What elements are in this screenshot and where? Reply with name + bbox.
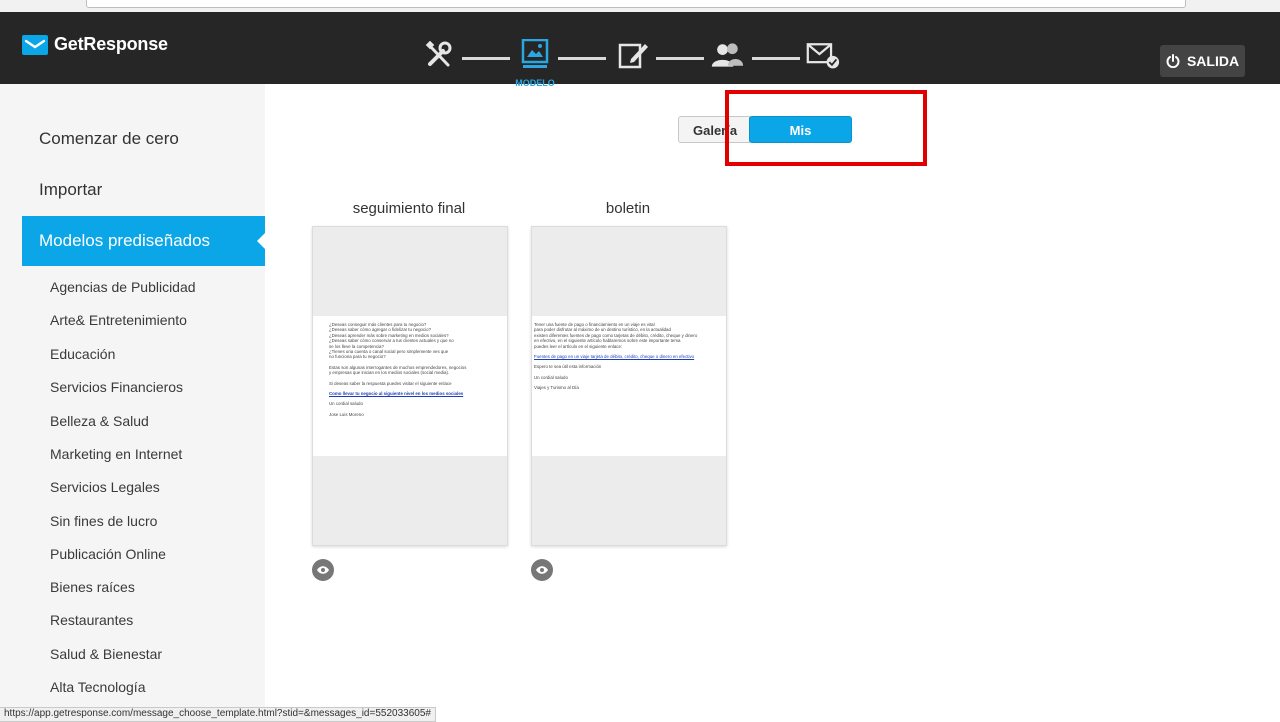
sidebar-item-label: Importar (39, 180, 103, 199)
category-online-publishing[interactable]: Publicación Online (50, 546, 166, 562)
template-source-toggle: Galería Mis modelos (678, 116, 852, 165)
preview-eye-button[interactable] (531, 559, 553, 581)
step-connector (558, 57, 606, 60)
envelope-logo-icon (22, 34, 48, 55)
category-education[interactable]: Educación (50, 346, 115, 362)
category-restaurants[interactable]: Restaurantes (50, 612, 133, 628)
sidebar-item-import[interactable]: Importar (22, 165, 265, 215)
gallery-tab[interactable]: Galería (678, 116, 750, 143)
category-health-wellness[interactable]: Salud & Bienestar (50, 646, 162, 662)
exit-button[interactable]: SALIDA (1160, 45, 1245, 77)
template-thumbnail[interactable]: Tener una fuente de pago o financiamient… (531, 226, 727, 546)
step-contacts[interactable] (710, 38, 744, 72)
category-legal-services[interactable]: Servicios Legales (50, 479, 160, 495)
sidebar-item-start-from-scratch[interactable]: Comenzar de cero (22, 114, 265, 164)
brand-name: GetResponse (54, 34, 168, 54)
step-template-label: MODELO (515, 78, 555, 88)
template-title: boletin (605, 200, 651, 217)
preview-line: Viajes y Turismo al Día (534, 385, 579, 391)
step-connector (462, 57, 510, 60)
eye-icon (536, 566, 548, 574)
category-arts-entertainment[interactable]: Arte& Entretenimiento (50, 312, 187, 328)
category-high-tech[interactable]: Alta Tecnología (50, 679, 145, 695)
sidebar-item-label: Comenzar de cero (39, 129, 179, 148)
step-edit[interactable] (616, 38, 650, 72)
preview-eye-button[interactable] (312, 559, 334, 581)
tools-icon (425, 40, 452, 67)
address-bar[interactable] (86, 0, 1186, 8)
sidebar: Comenzar de cero Importar Modelos predis… (0, 84, 265, 720)
category-advertising-agencies[interactable]: Agencias de Publicidad (50, 279, 196, 295)
top-navigation-bar: GetResponse MODELO SALIDA (0, 12, 1280, 88)
step-send[interactable] (806, 38, 840, 72)
sidebar-item-label: Modelos prediseñados (39, 231, 211, 250)
power-icon (1166, 54, 1180, 68)
category-internet-marketing[interactable]: Marketing en Internet (50, 446, 182, 462)
sidebar-item-predesigned-templates[interactable]: Modelos prediseñados (22, 216, 265, 266)
step-wizard: MODELO (420, 24, 860, 96)
send-check-icon (806, 43, 840, 69)
category-beauty-health[interactable]: Belleza & Salud (50, 413, 149, 429)
step-settings[interactable] (422, 38, 456, 72)
edit-icon (618, 43, 648, 69)
exit-button-label: SALIDA (1186, 53, 1240, 69)
step-template[interactable] (518, 38, 552, 72)
template-preview-page: ¿Deseas conseguir más clientes para tu n… (313, 316, 507, 456)
category-non-profit[interactable]: Sin fines de lucro (50, 513, 157, 529)
preview-line: Jose Luis Moreno (329, 411, 364, 417)
template-icon (521, 39, 549, 68)
category-financial-services[interactable]: Servicios Financieros (50, 379, 183, 395)
step-connector (656, 57, 704, 60)
brand-logo[interactable]: GetResponse (22, 34, 168, 55)
eye-icon (317, 566, 329, 574)
template-preview-page: Tener una fuente de pago o financiamient… (532, 316, 726, 456)
template-thumbnail[interactable]: ¿Deseas conseguir más clientes para tu n… (312, 226, 508, 546)
step-connector (752, 57, 800, 60)
template-title: seguimiento final (352, 200, 466, 217)
preview-link: Fuentes de pago en un viaje tarjeta de d… (534, 354, 695, 360)
category-real-estate[interactable]: Bienes raíces (50, 579, 135, 595)
contacts-icon (711, 43, 744, 67)
my-templates-tab[interactable]: Mis modelos (749, 116, 852, 165)
